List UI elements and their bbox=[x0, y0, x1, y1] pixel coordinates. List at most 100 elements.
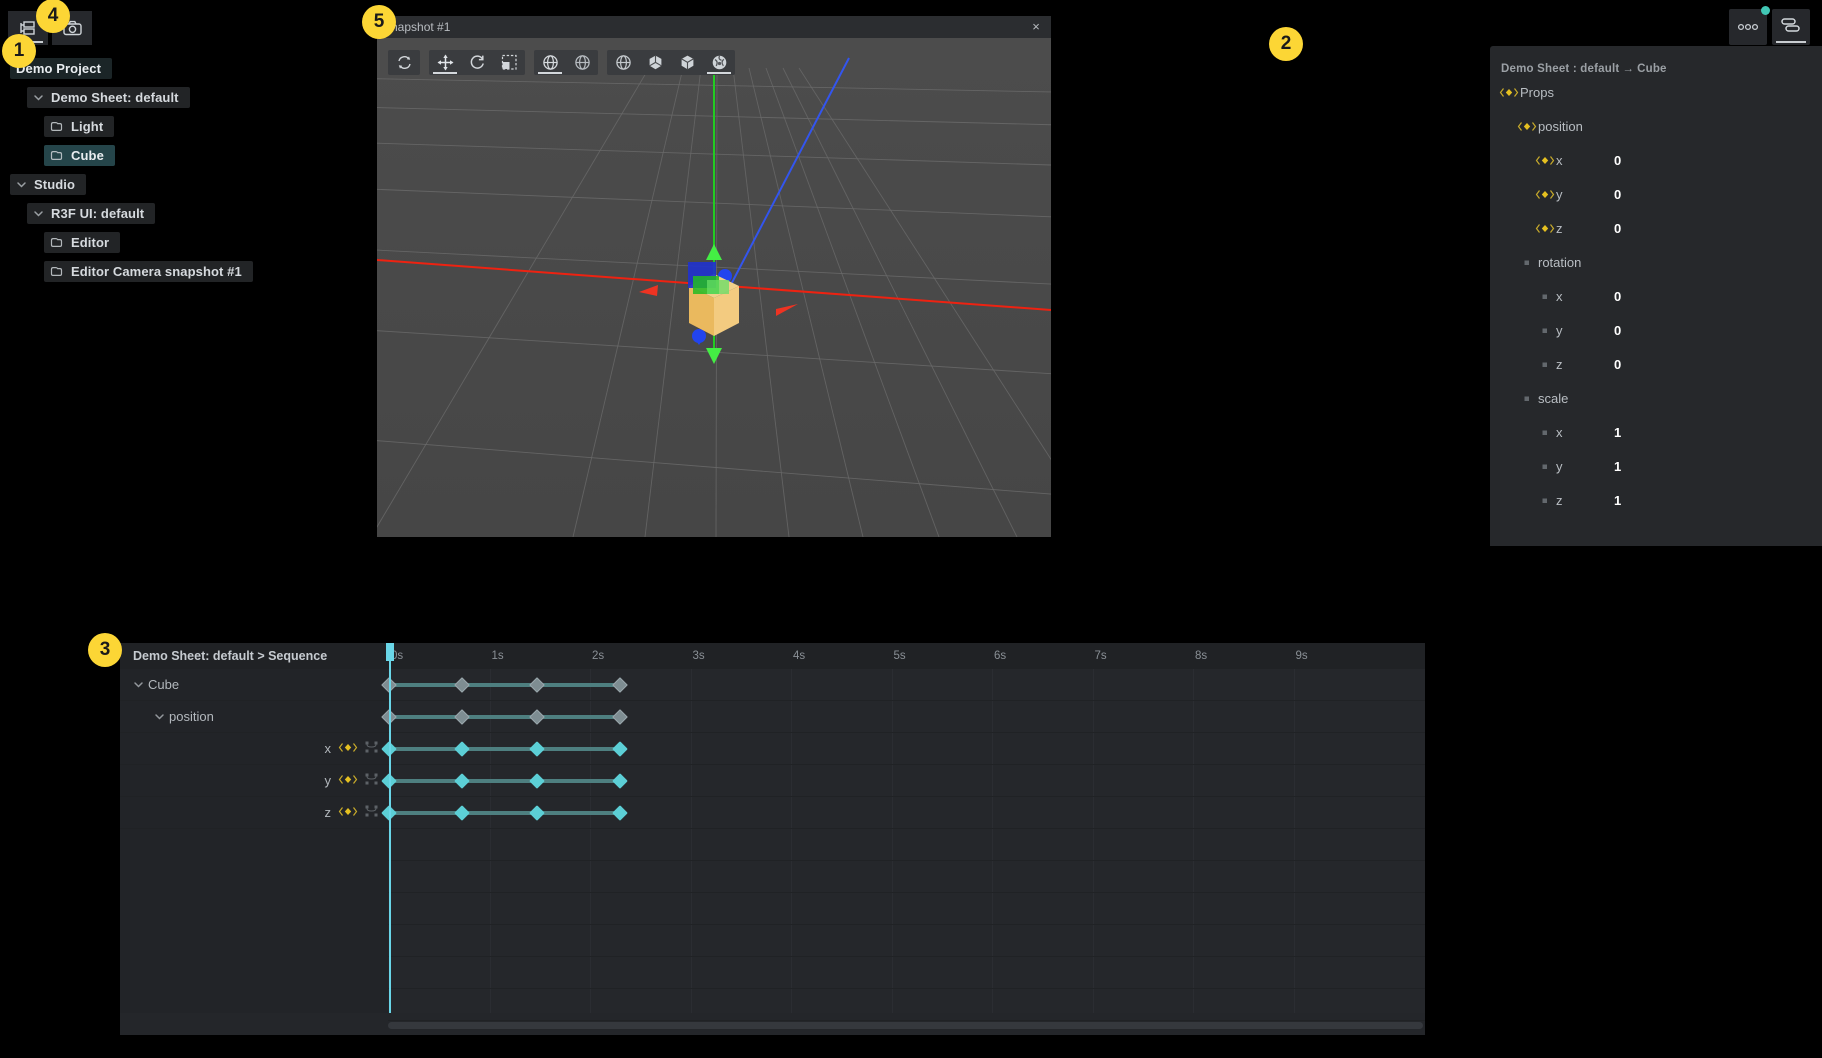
timeline-row-label-y[interactable]: y bbox=[120, 765, 388, 797]
prop-row-z[interactable]: z0 bbox=[1490, 347, 1822, 381]
prop-row-position[interactable]: position bbox=[1490, 109, 1822, 143]
prop-row-z[interactable]: z0 bbox=[1490, 211, 1822, 245]
panels-layout-button[interactable] bbox=[1772, 9, 1810, 45]
cube-wire-button[interactable] bbox=[639, 50, 671, 75]
timeline-track-position[interactable] bbox=[381, 701, 1425, 733]
playhead-body[interactable] bbox=[389, 669, 391, 1013]
keyframe-diamond-icon[interactable] bbox=[1534, 155, 1556, 166]
more-options-button[interactable] bbox=[1729, 6, 1770, 45]
keyframe-diamond-icon[interactable] bbox=[338, 773, 358, 788]
move-button[interactable] bbox=[429, 50, 461, 75]
keyframe-diamond-icon[interactable] bbox=[1498, 87, 1520, 98]
prop-value[interactable]: 0 bbox=[1614, 153, 1621, 168]
keyframe[interactable] bbox=[528, 772, 545, 789]
timeline-ruler[interactable]: 0s 1s 2s 3s 4s 5s 6s 7s 8s 9s bbox=[386, 643, 1425, 669]
static-square-icon[interactable] bbox=[1534, 461, 1556, 472]
keyframe[interactable] bbox=[454, 804, 471, 821]
globe-local-button[interactable] bbox=[566, 50, 598, 75]
graph-editor-icon[interactable] bbox=[365, 805, 378, 820]
prop-row-x[interactable]: x0 bbox=[1490, 143, 1822, 177]
static-square-icon[interactable] bbox=[1516, 257, 1538, 268]
prop-row-y[interactable]: y1 bbox=[1490, 449, 1822, 483]
prop-row-z[interactable]: z1 bbox=[1490, 483, 1822, 517]
timeline-row-label-position[interactable]: position bbox=[120, 701, 388, 733]
static-square-icon[interactable] bbox=[1534, 359, 1556, 370]
prop-value[interactable]: 1 bbox=[1614, 493, 1621, 508]
timeline-row-label-Cube[interactable]: Cube bbox=[120, 669, 388, 701]
keyframe[interactable] bbox=[528, 708, 545, 725]
prop-row-y[interactable]: y0 bbox=[1490, 313, 1822, 347]
keyframe[interactable] bbox=[612, 740, 628, 757]
prop-value[interactable]: 0 bbox=[1614, 289, 1621, 304]
keyframe[interactable] bbox=[612, 772, 628, 789]
keyframe[interactable] bbox=[612, 676, 628, 693]
prop-value[interactable]: 1 bbox=[1614, 459, 1621, 474]
chevron-down-icon[interactable] bbox=[16, 179, 30, 190]
playhead-ruler[interactable] bbox=[386, 643, 394, 669]
keyframe[interactable] bbox=[454, 740, 471, 757]
prop-value[interactable]: 0 bbox=[1614, 187, 1621, 202]
keyframe[interactable] bbox=[454, 676, 471, 693]
scale-button[interactable] bbox=[493, 50, 525, 75]
keyframe[interactable] bbox=[454, 772, 471, 789]
prop-row-x[interactable]: x1 bbox=[1490, 415, 1822, 449]
chevron-down-icon[interactable] bbox=[154, 711, 169, 722]
cube-textured-button[interactable] bbox=[703, 50, 735, 75]
keyframe-diamond-icon[interactable] bbox=[1534, 223, 1556, 234]
static-square-icon[interactable] bbox=[1534, 427, 1556, 438]
keyframe[interactable] bbox=[612, 804, 628, 821]
graph-editor-icon[interactable] bbox=[365, 741, 378, 756]
outliner-item-editor[interactable]: Editor bbox=[44, 232, 121, 253]
timeline-track-Cube[interactable] bbox=[381, 669, 1425, 701]
keyframe-diamond-icon[interactable] bbox=[338, 741, 358, 756]
chevron-down-icon[interactable] bbox=[33, 92, 47, 103]
outliner-item-editor-camera-snapshot-1[interactable]: Editor Camera snapshot #1 bbox=[44, 261, 253, 282]
globe-grid-button[interactable] bbox=[607, 50, 639, 75]
keyframe[interactable] bbox=[454, 708, 471, 725]
timeline-track-x[interactable] bbox=[381, 733, 1425, 765]
outliner-item-demo-sheet-default[interactable]: Demo Sheet: default bbox=[27, 87, 190, 108]
rotate-button[interactable] bbox=[461, 50, 493, 75]
prop-row-scale[interactable]: scale bbox=[1490, 381, 1822, 415]
refresh-button[interactable] bbox=[388, 50, 420, 75]
timeline-track-y[interactable] bbox=[381, 765, 1425, 797]
timeline-row-label-z[interactable]: z bbox=[120, 797, 388, 829]
outliner-item-r3f-ui-default[interactable]: R3F UI: default bbox=[27, 203, 156, 224]
timeline-row-label-x[interactable]: x bbox=[120, 733, 388, 765]
keyframe-diamond-icon[interactable] bbox=[1534, 189, 1556, 200]
prop-value[interactable]: 0 bbox=[1614, 357, 1621, 372]
playhead-handle[interactable] bbox=[386, 643, 394, 661]
timeline-horizontal-scrollbar[interactable] bbox=[388, 1022, 1423, 1029]
static-square-icon[interactable] bbox=[1534, 325, 1556, 336]
chevron-down-icon[interactable] bbox=[133, 679, 148, 690]
static-square-icon[interactable] bbox=[1516, 393, 1538, 404]
outliner-item-studio[interactable]: Studio bbox=[10, 174, 87, 195]
keyframe-connector bbox=[389, 778, 621, 783]
chevron-down-icon[interactable] bbox=[33, 208, 47, 219]
timeline-tracks[interactable] bbox=[381, 669, 1425, 1021]
static-square-icon[interactable] bbox=[1534, 495, 1556, 506]
keyframe[interactable] bbox=[528, 676, 545, 693]
cube-solid-button[interactable] bbox=[671, 50, 703, 75]
graph-editor-icon[interactable] bbox=[365, 773, 378, 788]
outliner-item-cube[interactable]: Cube bbox=[44, 145, 115, 166]
prop-value[interactable]: 0 bbox=[1614, 221, 1621, 236]
outliner-item-light[interactable]: Light bbox=[44, 116, 115, 137]
timeline-row-name: position bbox=[169, 709, 214, 724]
prop-row-y[interactable]: y0 bbox=[1490, 177, 1822, 211]
keyframe[interactable] bbox=[612, 708, 628, 725]
keyframe-diamond-icon[interactable] bbox=[1516, 121, 1538, 132]
close-icon[interactable]: × bbox=[1029, 20, 1043, 34]
prop-value[interactable]: 1 bbox=[1614, 425, 1621, 440]
keyframe[interactable] bbox=[528, 740, 545, 757]
prop-row-Props[interactable]: Props bbox=[1490, 75, 1822, 109]
globe-world-button[interactable] bbox=[534, 50, 566, 75]
prop-row-rotation[interactable]: rotation bbox=[1490, 245, 1822, 279]
timeline-track-z[interactable] bbox=[381, 797, 1425, 829]
static-square-icon[interactable] bbox=[1534, 291, 1556, 302]
viewport-canvas[interactable] bbox=[377, 38, 1051, 537]
prop-row-x[interactable]: x0 bbox=[1490, 279, 1822, 313]
prop-value[interactable]: 0 bbox=[1614, 323, 1621, 338]
keyframe-diamond-icon[interactable] bbox=[338, 805, 358, 820]
keyframe[interactable] bbox=[528, 804, 545, 821]
